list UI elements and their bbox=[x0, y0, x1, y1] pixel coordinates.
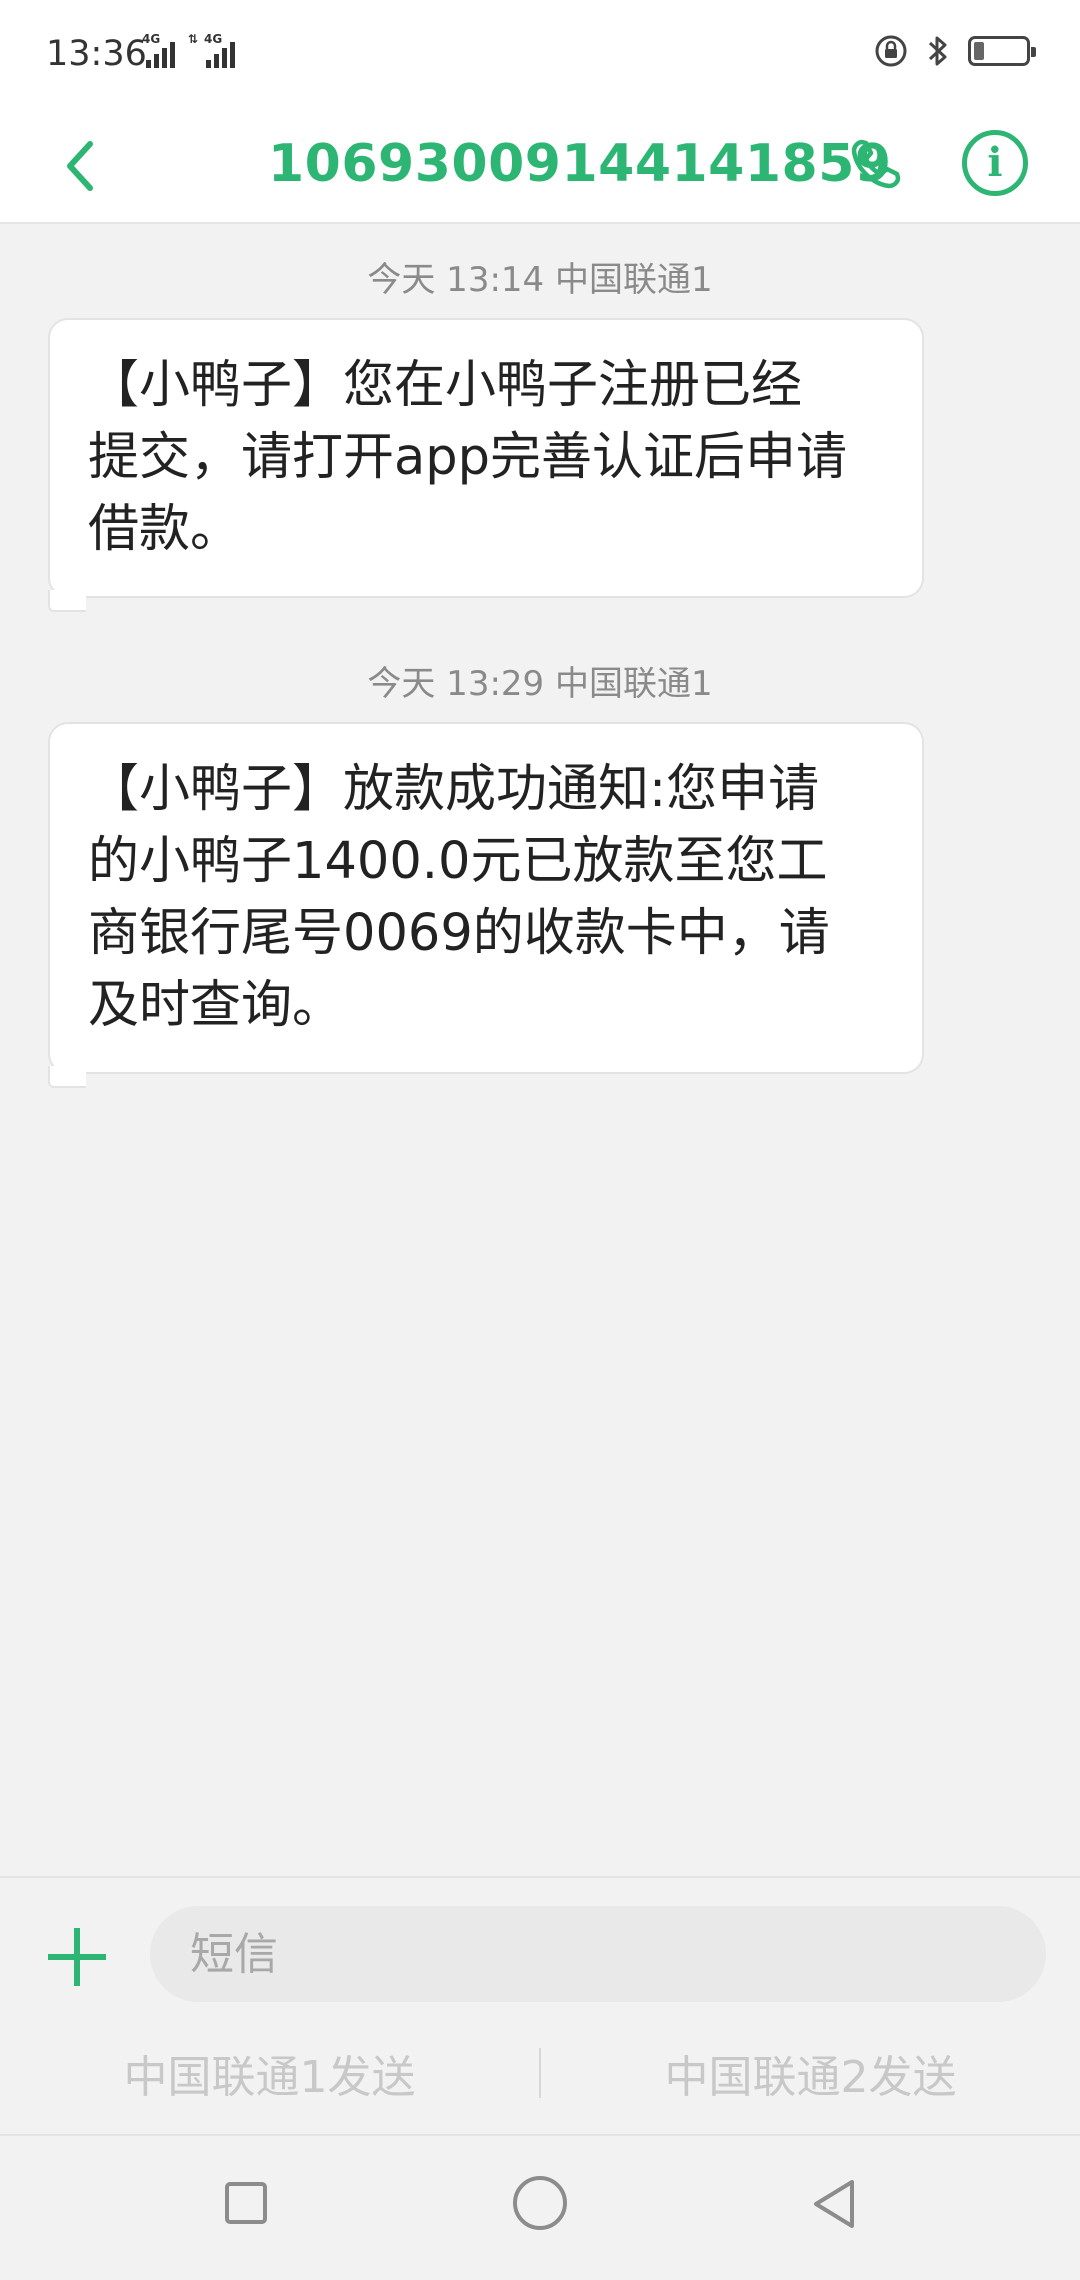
add-attachment-button[interactable] bbox=[44, 1924, 110, 1990]
status-time: 13:36 bbox=[46, 34, 147, 74]
back-button[interactable] bbox=[40, 126, 120, 206]
battery-icon bbox=[968, 36, 1036, 66]
battery-fill bbox=[974, 42, 984, 60]
nav-back-icon[interactable] bbox=[806, 2176, 862, 2232]
signal-sim1-tag: 4G bbox=[142, 32, 161, 46]
sms-conversation-screen: 13:36 4G ⇅ 4G 10693009144141859 i 今天 13:… bbox=[0, 0, 1080, 2280]
message-bubble[interactable]: 【小鸭子】您在小鸭子注册已经 提交，请打开app完善认证后申请 借款。 bbox=[48, 318, 924, 612]
conversation-header: 10693009144141859 i bbox=[0, 110, 1080, 224]
sms-input[interactable] bbox=[150, 1906, 1046, 2002]
signal-group: 4G ⇅ 4G bbox=[142, 32, 244, 68]
phone-icon bbox=[851, 139, 901, 189]
info-icon: i bbox=[987, 139, 1003, 186]
message-line: 【小鸭子】放款成功通知:您申请 bbox=[88, 760, 820, 819]
info-button[interactable]: i bbox=[962, 130, 1028, 196]
status-bar: 13:36 4G ⇅ 4G bbox=[0, 0, 1080, 110]
message-bubble[interactable]: 【小鸭子】放款成功通知:您申请 的小鸭子1400.0元已放款至您工 商银行尾号0… bbox=[48, 722, 924, 1088]
system-nav-bar bbox=[0, 2134, 1080, 2280]
chevron-left-icon bbox=[67, 141, 93, 191]
send-sim2-button[interactable]: 中国联通2发送 bbox=[541, 2041, 1080, 2105]
message-timestamp: 今天 13:29 中国联通1 bbox=[367, 664, 713, 704]
sender-number: 10693009144141859 bbox=[268, 134, 892, 194]
bluetooth-icon bbox=[928, 36, 947, 66]
send-sim1-button[interactable]: 中国联通1发送 bbox=[0, 2041, 539, 2105]
lock-rotation-icon bbox=[875, 35, 907, 67]
message-timestamp: 今天 13:14 中国联通1 bbox=[367, 260, 713, 300]
signal-sim2-tag: 4G bbox=[204, 32, 223, 46]
send-options: 中国联通1发送 中国联通2发送 bbox=[0, 2028, 1080, 2118]
message-line: 及时查询。 bbox=[88, 976, 344, 1035]
recent-apps-icon[interactable] bbox=[225, 2182, 267, 2224]
message-line: 提交，请打开app完善认证后申请 bbox=[88, 428, 848, 487]
call-button[interactable] bbox=[836, 124, 916, 204]
message-line: 商银行尾号0069的收款卡中，请 bbox=[88, 904, 830, 963]
signal-sim1-icon: 4G bbox=[142, 32, 182, 68]
message-line: 【小鸭子】您在小鸭子注册已经 bbox=[88, 356, 803, 415]
status-icons bbox=[874, 34, 1036, 68]
message-composer: 中国联通1发送 中国联通2发送 bbox=[0, 1876, 1080, 2134]
signal-sim2-icon: ⇅ 4G bbox=[188, 32, 244, 68]
message-line: 借款。 bbox=[88, 500, 242, 559]
home-icon[interactable] bbox=[513, 2176, 567, 2230]
message-line: 的小鸭子1400.0元已放款至您工 bbox=[88, 832, 828, 891]
